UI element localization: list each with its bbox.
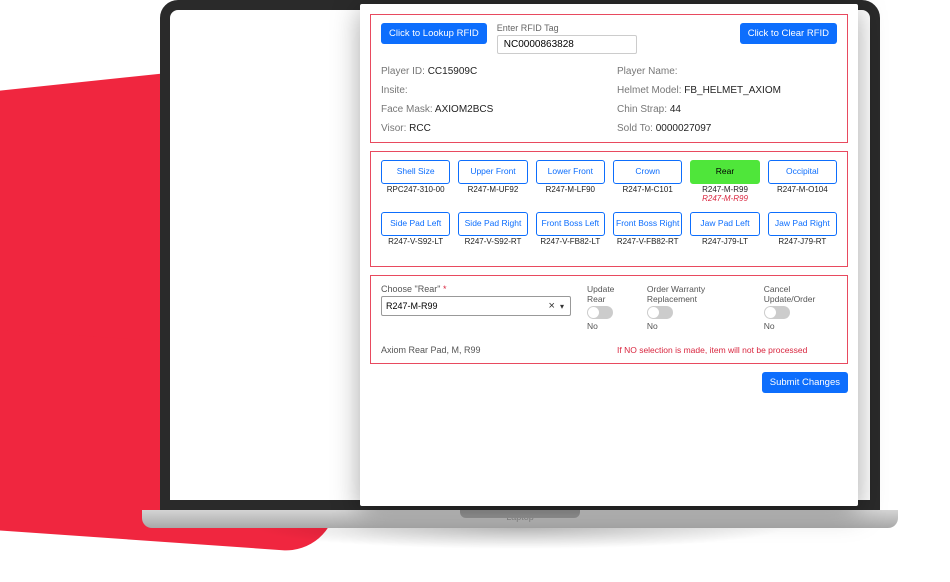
choose-description: Axiom Rear Pad, M, R99 [381, 345, 601, 355]
helmet-model-value: FB_HELMET_AXIOM [684, 85, 781, 96]
category-cell: Side Pad LeftR247-V-S92-LT [381, 212, 450, 258]
clear-input-icon[interactable]: × [546, 300, 558, 312]
category-cell: Lower FrontR247-M-LF90 [536, 160, 605, 206]
category-code: R247-V-FB82-LT [536, 238, 605, 258]
category-button[interactable]: Shell Size [381, 160, 450, 184]
choose-input[interactable] [386, 301, 546, 311]
category-code: RPC247-310-00 [381, 186, 450, 206]
category-subcode: R247-M-R99 [690, 195, 759, 204]
insite-row: Insite: [381, 85, 601, 96]
category-cell: RearR247-M-R99R247-M-R99 [690, 160, 759, 206]
update-rear-label: Update Rear [587, 284, 631, 304]
laptop-notch [460, 510, 580, 518]
visor-label: Visor: [381, 123, 406, 134]
insite-label: Insite: [381, 85, 408, 96]
chin-strap-row: Chin Strap: 44 [617, 104, 837, 115]
warranty-state: No [647, 321, 748, 331]
clear-rfid-button[interactable]: Click to Clear RFID [740, 23, 837, 44]
category-code: R247-M-R99R247-M-R99 [690, 186, 759, 206]
category-button[interactable]: Front Boss Right [613, 212, 682, 236]
required-mark-icon: * [443, 284, 447, 294]
helmet-model-label: Helmet Model: [617, 85, 681, 96]
category-cell: OccipitalR247-M-O104 [768, 160, 837, 206]
category-code: R247-M-C101 [613, 186, 682, 206]
category-cell: Front Boss LeftR247-V-FB82-LT [536, 212, 605, 258]
category-section: Shell SizeRPC247-310-00Upper FrontR247-M… [370, 151, 848, 267]
cancel-label: Cancel Update/Order [764, 284, 837, 304]
category-code: R247-V-S92-LT [381, 238, 450, 258]
category-button[interactable]: Side Pad Left [381, 212, 450, 236]
warranty-label: Order Warranty Replacement [647, 284, 748, 304]
category-button[interactable]: Crown [613, 160, 682, 184]
chin-strap-value: 44 [670, 104, 681, 115]
rfid-input[interactable] [497, 35, 637, 54]
chin-strap-label: Chin Strap: [617, 104, 667, 115]
helmet-model-row: Helmet Model: FB_HELMET_AXIOM [617, 85, 837, 96]
update-rear-state: No [587, 321, 631, 331]
player-name-row: Player Name: [617, 66, 837, 77]
rfid-label: Enter RFID Tag [497, 23, 637, 33]
cancel-toggle[interactable] [764, 306, 790, 319]
player-name-label: Player Name: [617, 66, 678, 77]
app-panel: Click to Lookup RFID Enter RFID Tag Clic… [360, 4, 858, 506]
category-code: R247-V-FB82-RT [613, 238, 682, 258]
player-id-value: CC15909C [428, 66, 477, 77]
player-id-label: Player ID: [381, 66, 425, 77]
category-cell: Upper FrontR247-M-UF92 [458, 160, 527, 206]
laptop-frame: Click to Lookup RFID Enter RFID Tag Clic… [160, 0, 880, 582]
choose-combobox[interactable]: × ▾ [381, 296, 571, 316]
category-code: R247-M-UF92 [458, 186, 527, 206]
category-code: R247-J79-LT [690, 238, 759, 258]
player-id-row: Player ID: CC15909C [381, 66, 601, 77]
category-button[interactable]: Side Pad Right [458, 212, 527, 236]
face-mask-row: Face Mask: AXIOM2BCS [381, 104, 601, 115]
category-code: R247-J79-RT [768, 238, 837, 258]
category-code: R247-M-LF90 [536, 186, 605, 206]
category-button[interactable]: Front Boss Left [536, 212, 605, 236]
cancel-state: No [764, 321, 837, 331]
sold-to-value: 0000027097 [656, 123, 712, 134]
sold-to-row: Sold To: 0000027097 [617, 123, 837, 134]
category-cell: Shell SizeRPC247-310-00 [381, 160, 450, 206]
laptop-screen: Click to Lookup RFID Enter RFID Tag Clic… [160, 0, 880, 510]
laptop-shadow [142, 528, 898, 558]
category-cell: Jaw Pad RightR247-J79-RT [768, 212, 837, 258]
category-cell: Front Boss RightR247-V-FB82-RT [613, 212, 682, 258]
choose-label: Choose "Rear" [381, 284, 440, 294]
category-cell: Jaw Pad LeftR247-J79-LT [690, 212, 759, 258]
visor-value: RCC [409, 123, 431, 134]
face-mask-label: Face Mask: [381, 104, 433, 115]
category-button[interactable]: Occipital [768, 160, 837, 184]
lookup-rfid-button[interactable]: Click to Lookup RFID [381, 23, 487, 44]
category-button[interactable]: Rear [690, 160, 759, 184]
submit-changes-button[interactable]: Submit Changes [762, 372, 848, 393]
category-button[interactable]: Upper Front [458, 160, 527, 184]
category-cell: CrownR247-M-C101 [613, 160, 682, 206]
update-rear-toggle[interactable] [587, 306, 613, 319]
category-button[interactable]: Jaw Pad Left [690, 212, 759, 236]
visor-row: Visor: RCC [381, 123, 601, 134]
category-button[interactable]: Jaw Pad Right [768, 212, 837, 236]
choose-section: Choose "Rear" * × ▾ Update Rear No [370, 275, 848, 364]
lookup-info-section: Click to Lookup RFID Enter RFID Tag Clic… [370, 14, 848, 143]
face-mask-value: AXIOM2BCS [435, 104, 493, 115]
warranty-toggle[interactable] [647, 306, 673, 319]
category-button[interactable]: Lower Front [536, 160, 605, 184]
processing-warning: If NO selection is made, item will not b… [617, 345, 837, 355]
category-code: R247-V-S92-RT [458, 238, 527, 258]
sold-to-label: Sold To: [617, 123, 653, 134]
dropdown-caret-icon[interactable]: ▾ [558, 302, 566, 311]
category-cell: Side Pad RightR247-V-S92-RT [458, 212, 527, 258]
category-code: R247-M-O104 [768, 186, 837, 206]
